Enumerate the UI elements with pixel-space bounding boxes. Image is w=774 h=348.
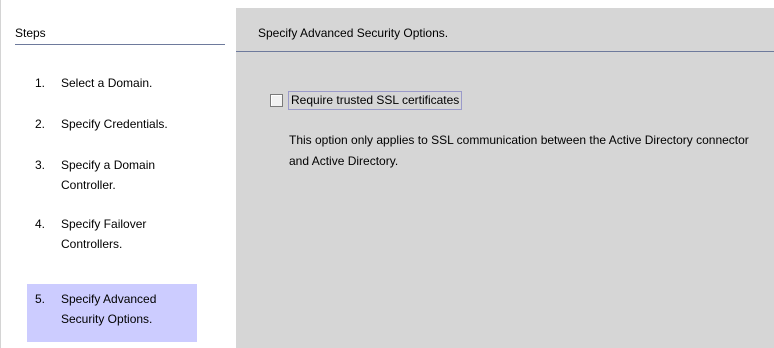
step-specify-advanced-security-options[interactable]: 5. Specify Advanced Security Options. <box>27 284 197 342</box>
step-select-domain[interactable]: 1. Select a Domain. <box>27 73 197 99</box>
step-specify-credentials[interactable]: 2. Specify Credentials. <box>27 114 197 140</box>
require-trusted-ssl-label[interactable]: Require trusted SSL certificates <box>288 90 463 110</box>
step-number: 3. <box>35 158 46 172</box>
step-label: Specify Advanced Security Options. <box>61 292 157 326</box>
steps-header: Steps <box>15 24 225 45</box>
step-specify-domain-controller[interactable]: 3. Specify a Domain Controller. <box>27 155 197 199</box>
step-label: Select a Domain. <box>61 76 153 90</box>
step-number: 1. <box>35 76 46 90</box>
option-description: This option only applies to SSL communic… <box>289 133 749 168</box>
require-trusted-ssl-option[interactable]: Require trusted SSL certificates <box>270 90 463 110</box>
content-pane: Specify Advanced Security Options. Requi… <box>236 8 774 348</box>
step-number: 2. <box>35 117 46 131</box>
step-label: Specify Credentials. <box>61 117 168 131</box>
page-title: Specify Advanced Security Options. <box>258 26 449 40</box>
steps-pane: Steps 1. Select a Domain. 2. Specify Cre… <box>0 0 236 348</box>
step-specify-failover-controllers[interactable]: 4. Specify Failover Controllers. <box>27 214 197 258</box>
require-trusted-ssl-checkbox[interactable] <box>270 93 283 107</box>
steps-title: Steps <box>15 26 46 40</box>
content-header: Specify Advanced Security Options. <box>236 8 774 52</box>
wizard-window: Steps 1. Select a Domain. 2. Specify Cre… <box>0 0 774 348</box>
step-number: 4. <box>35 217 46 231</box>
step-number: 5. <box>35 292 46 306</box>
step-label: Specify Failover Controllers. <box>61 217 147 251</box>
step-label: Specify a Domain Controller. <box>61 158 156 192</box>
